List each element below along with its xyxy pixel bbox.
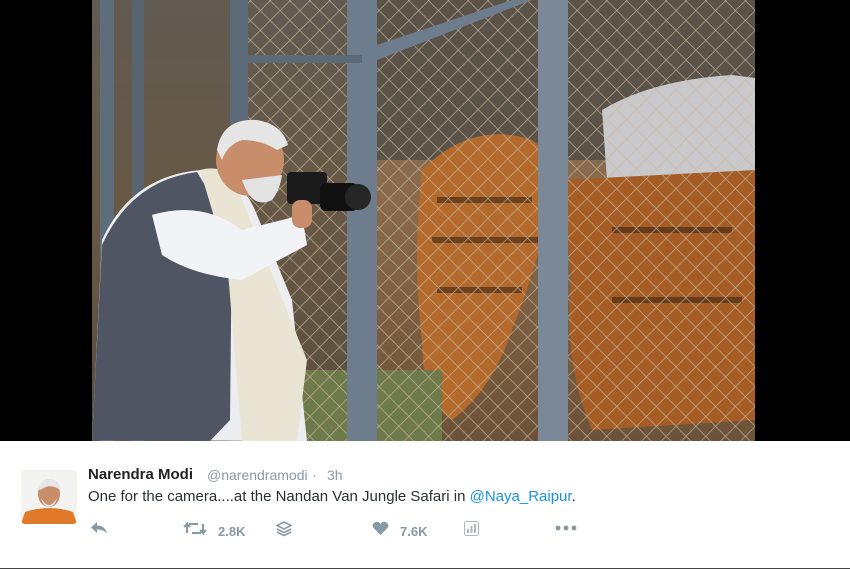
tweet-text: One for the camera....at the Nandan Van … bbox=[88, 488, 576, 505]
photo-illustration bbox=[92, 0, 755, 441]
tweet-text-end: . bbox=[571, 488, 576, 505]
more-icon[interactable] bbox=[554, 521, 578, 539]
avatar[interactable] bbox=[21, 470, 77, 524]
heart-icon[interactable] bbox=[372, 521, 389, 540]
tweet-photo[interactable] bbox=[92, 0, 755, 441]
tweet-card bbox=[0, 441, 850, 569]
avatar-image bbox=[21, 470, 77, 524]
reply-icon[interactable] bbox=[90, 521, 108, 539]
tweet-timestamp[interactable]: 3h bbox=[327, 467, 343, 483]
like-count: 7.6K bbox=[400, 524, 428, 539]
mention-link[interactable]: @Naya_Raipur bbox=[470, 488, 572, 505]
author-name[interactable]: Narendra Modi bbox=[88, 466, 193, 483]
analytics-icon[interactable] bbox=[464, 521, 479, 540]
separator-dot: · bbox=[312, 467, 317, 483]
stack-icon[interactable] bbox=[275, 521, 293, 541]
tweet-photo-frame bbox=[0, 0, 850, 441]
author-handle[interactable]: @narendramodi bbox=[207, 467, 308, 483]
tweet-text-body: One for the camera....at the Nandan Van … bbox=[88, 488, 470, 505]
retweet-icon[interactable] bbox=[183, 521, 207, 540]
retweet-count: 2.8K bbox=[218, 524, 246, 539]
